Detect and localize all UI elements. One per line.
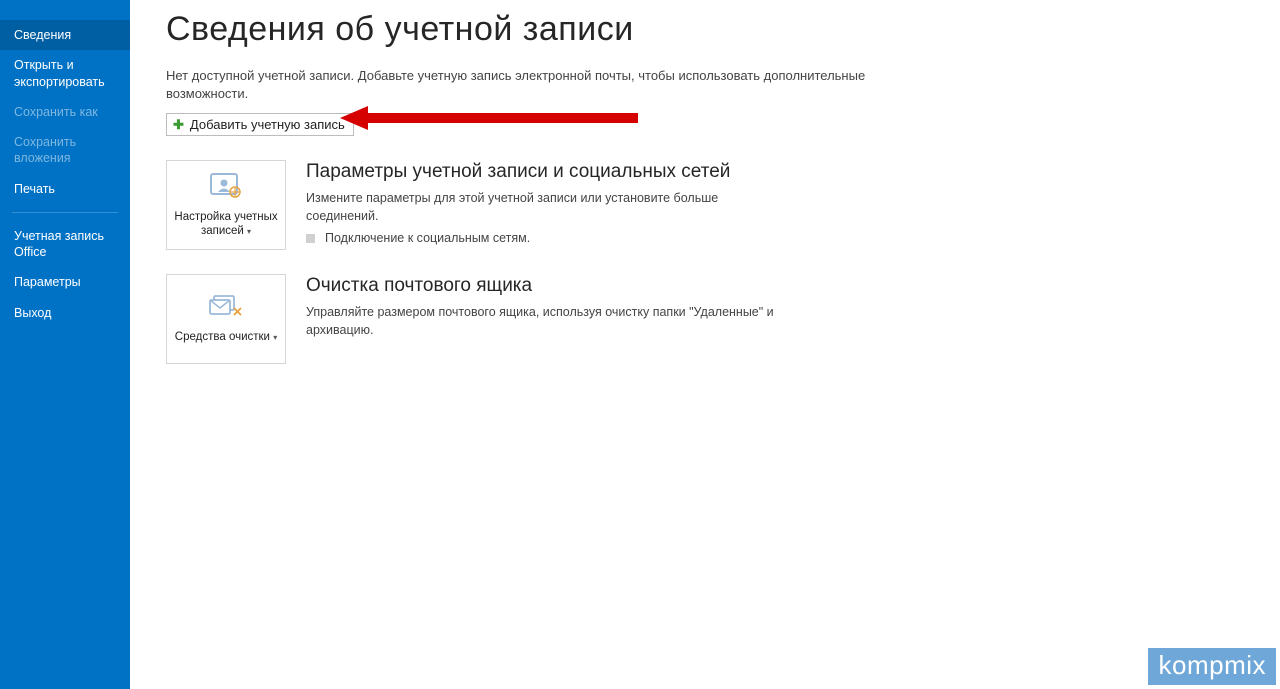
bullet-icon [306,234,315,243]
app-root: Сведения Открыть и экспортировать Сохран… [0,0,1280,689]
social-connect-row[interactable]: Подключение к социальным сетям. [306,231,786,245]
page-title: Сведения об учетной записи [166,10,1280,49]
tile-cleanup-tools[interactable]: Средства очистки ▾ [166,274,286,364]
account-settings-icon [209,172,243,205]
sidebar: Сведения Открыть и экспортировать Сохран… [0,0,130,689]
add-account-label: Добавить учетную запись [190,117,345,132]
sidebar-item-options[interactable]: Параметры [0,267,130,297]
tile-account-settings-label: Настройка учетных записей ▾ [167,211,285,239]
add-account-button[interactable]: ✚ Добавить учетную запись [166,113,354,136]
sidebar-item-info[interactable]: Сведения [0,20,130,50]
sidebar-item-office-account[interactable]: Учетная запись Office [0,221,130,268]
section-account-text: Параметры учетной записи и социальных се… [306,160,786,250]
watermark: kompmix [1148,648,1276,685]
tile-cleanup-label: Средства очистки ▾ [171,331,281,345]
chevron-down-icon: ▾ [247,227,251,236]
section-cleanup-text: Очистка почтового ящика Управляйте разме… [306,274,786,364]
plus-icon: ✚ [173,118,184,131]
section-account-title: Параметры учетной записи и социальных се… [306,160,786,184]
sidebar-item-print[interactable]: Печать [0,174,130,204]
cleanup-tools-icon [208,294,244,325]
section-cleanup-title: Очистка почтового ящика [306,274,786,298]
main-content: Сведения об учетной записи Нет доступной… [130,0,1280,689]
tile-account-settings[interactable]: Настройка учетных записей ▾ [166,160,286,250]
sidebar-item-open-export[interactable]: Открыть и экспортировать [0,50,130,97]
sidebar-item-save-as: Сохранить как [0,97,130,127]
intro-text: Нет доступной учетной записи. Добавьте у… [166,67,886,103]
section-account-desc: Измените параметры для этой учетной запи… [306,190,786,225]
section-cleanup: Средства очистки ▾ Очистка почтового ящи… [166,274,1280,364]
section-cleanup-desc: Управляйте размером почтового ящика, исп… [306,304,786,339]
social-connect-label: Подключение к социальным сетям. [325,231,530,245]
section-account-settings: Настройка учетных записей ▾ Параметры уч… [166,160,1280,250]
sidebar-item-exit[interactable]: Выход [0,298,130,328]
sidebar-separator [12,212,118,213]
chevron-down-icon: ▾ [273,333,277,342]
sidebar-item-save-attachments: Сохранить вложения [0,127,130,174]
